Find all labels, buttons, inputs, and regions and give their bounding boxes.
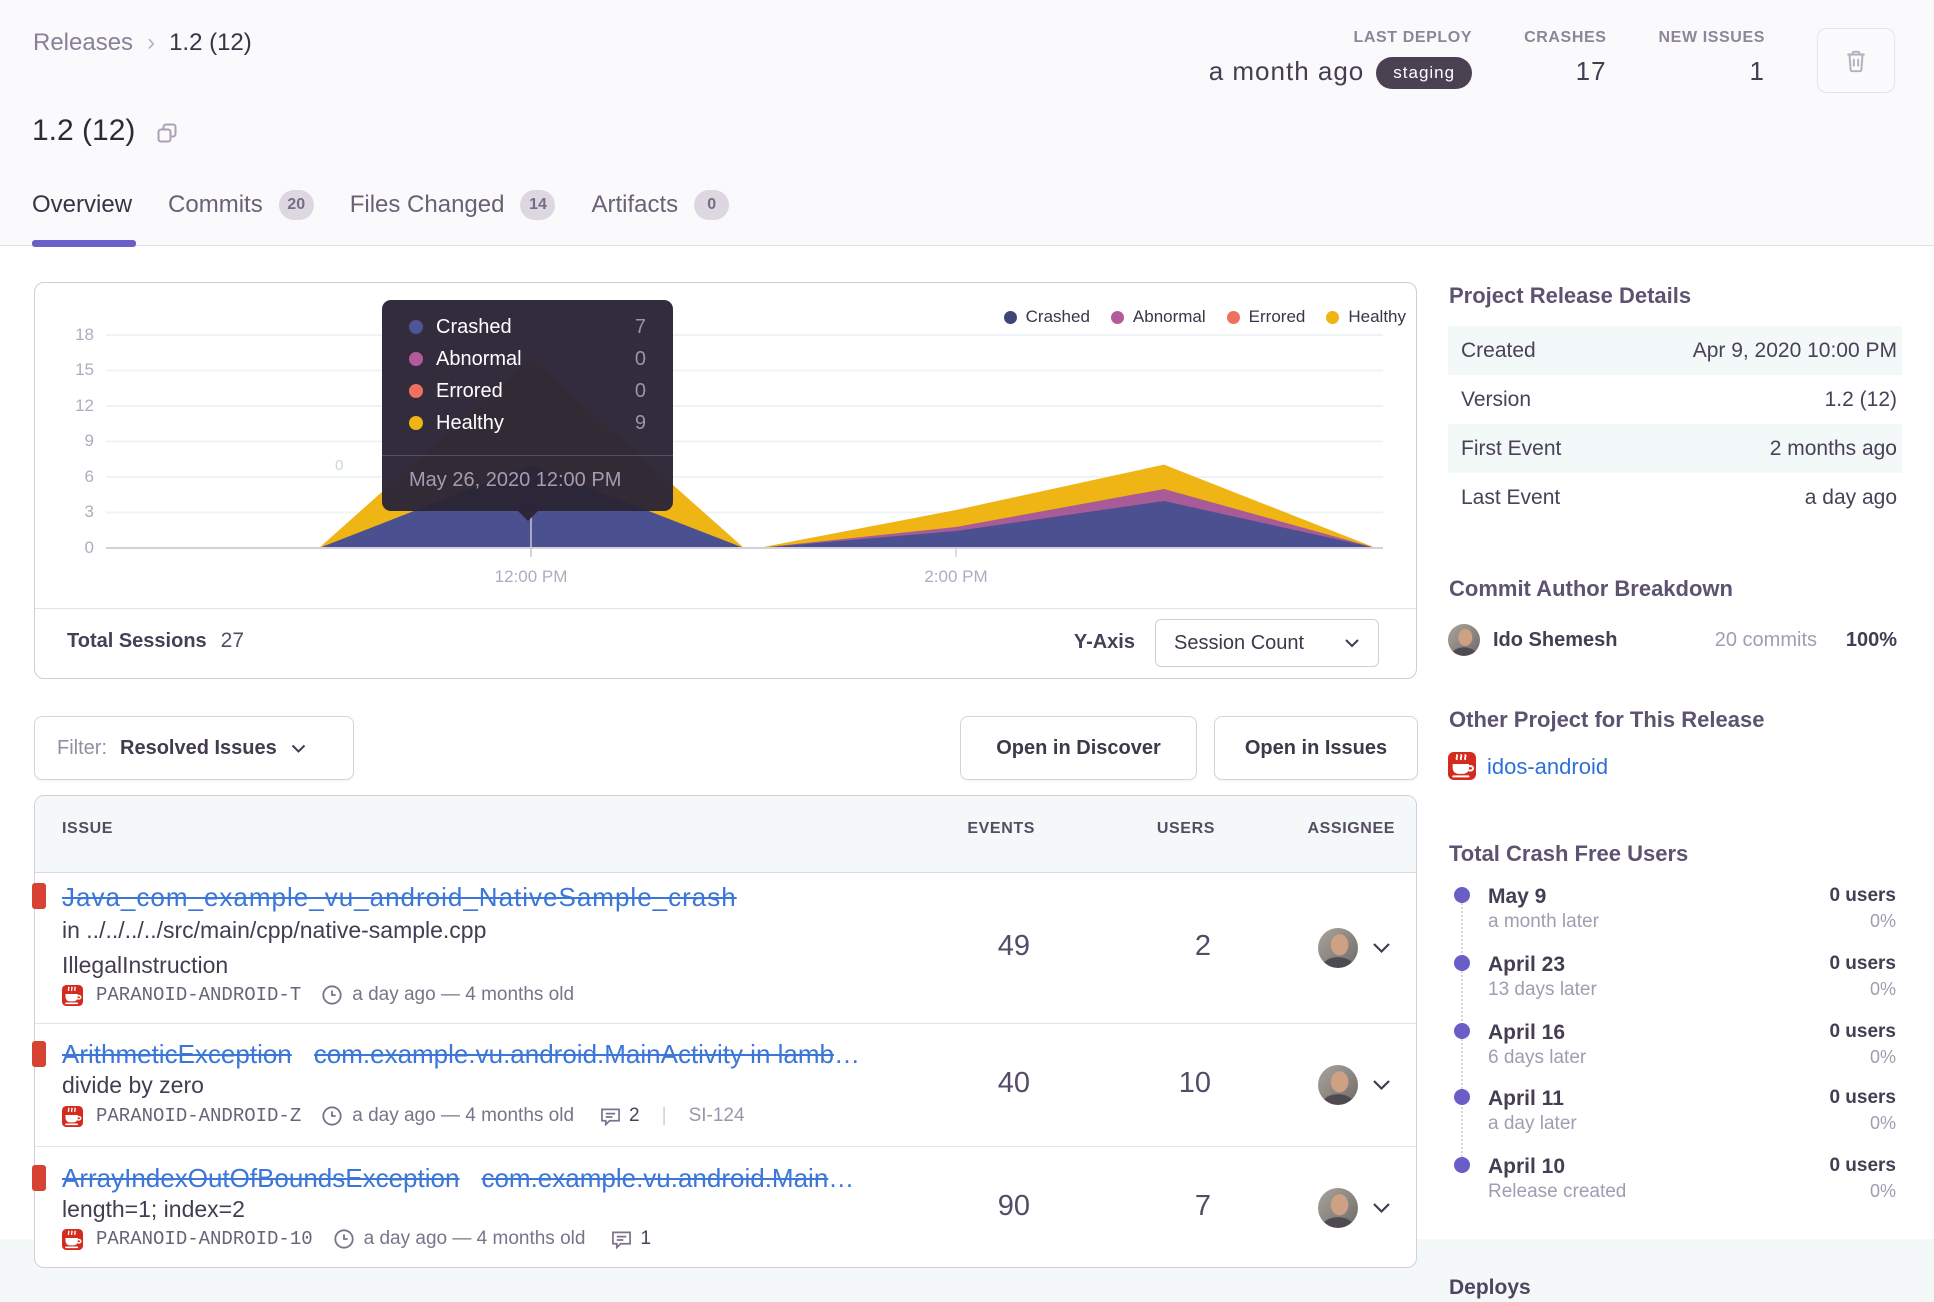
svg-text:0: 0 <box>335 457 343 474</box>
